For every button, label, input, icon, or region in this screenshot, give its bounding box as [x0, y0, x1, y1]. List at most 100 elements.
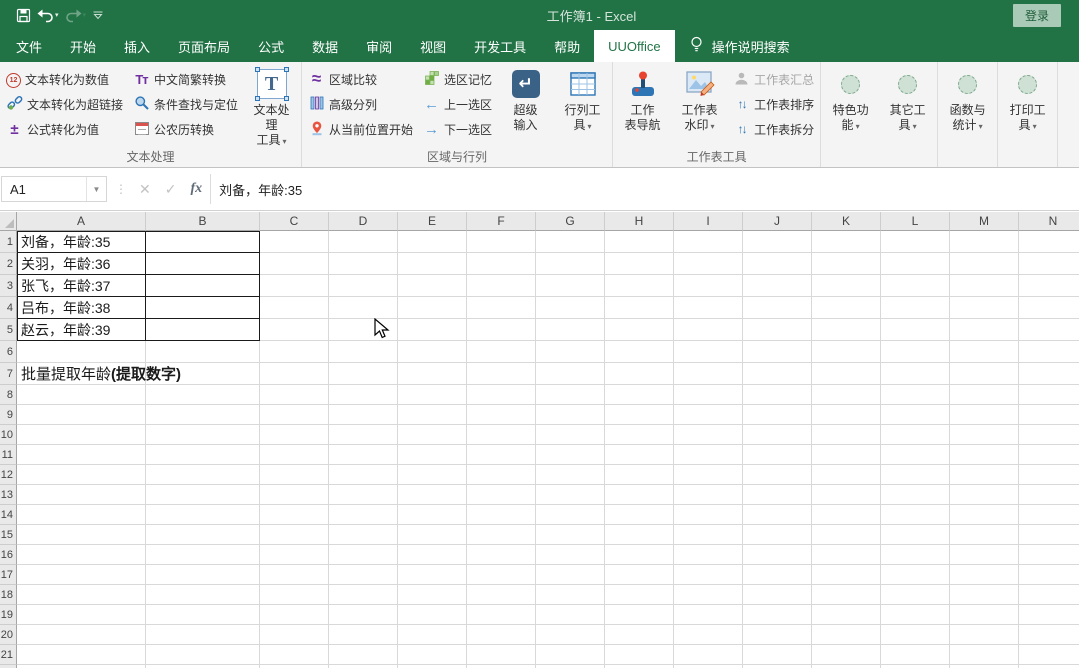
cell-I5[interactable] — [674, 319, 743, 341]
tab-帮助[interactable]: 帮助 — [540, 30, 594, 62]
tab-公式[interactable]: 公式 — [244, 30, 298, 62]
cell-D12[interactable] — [329, 465, 398, 485]
cell-N6[interactable] — [1019, 341, 1079, 363]
cell-F7[interactable] — [467, 363, 536, 385]
cell-H3[interactable] — [605, 275, 674, 297]
cell-L16[interactable] — [881, 545, 950, 565]
cell-B19[interactable] — [146, 605, 260, 625]
row-header-1[interactable]: 1 — [0, 231, 17, 253]
cell-A4[interactable]: 吕布，年龄:38 — [17, 297, 146, 319]
cell-K9[interactable] — [812, 405, 881, 425]
cell-D7[interactable] — [329, 363, 398, 385]
cell-L12[interactable] — [881, 465, 950, 485]
cell-D1[interactable] — [329, 231, 398, 253]
cell-F21[interactable] — [467, 645, 536, 665]
cell-A14[interactable] — [17, 505, 146, 525]
cell-E16[interactable] — [398, 545, 467, 565]
ribbon-big-button-工作表导航[interactable]: 工作表导航 — [619, 65, 666, 133]
ribbon-button-上一选区[interactable]: ←上一选区 — [423, 95, 492, 113]
row-header-15[interactable]: 15 — [0, 525, 17, 545]
ribbon-button-工作表拆分[interactable]: ↑↓工作表拆分 — [733, 120, 814, 138]
cell-K2[interactable] — [812, 253, 881, 275]
cell-J19[interactable] — [743, 605, 812, 625]
cell-G18[interactable] — [536, 585, 605, 605]
cell-J2[interactable] — [743, 253, 812, 275]
column-header-B[interactable]: B — [146, 212, 260, 231]
cell-E12[interactable] — [398, 465, 467, 485]
cell-F4[interactable] — [467, 297, 536, 319]
column-header-L[interactable]: L — [881, 212, 950, 231]
cell-C6[interactable] — [260, 341, 329, 363]
cell-C3[interactable] — [260, 275, 329, 297]
cell-I13[interactable] — [674, 485, 743, 505]
cell-C18[interactable] — [260, 585, 329, 605]
row-header-19[interactable]: 19 — [0, 605, 17, 625]
cell-E21[interactable] — [398, 645, 467, 665]
column-header-N[interactable]: N — [1019, 212, 1079, 231]
cell-B5[interactable] — [146, 319, 260, 341]
cell-G13[interactable] — [536, 485, 605, 505]
cell-F12[interactable] — [467, 465, 536, 485]
cell-N16[interactable] — [1019, 545, 1079, 565]
row-header-2[interactable]: 2 — [0, 253, 17, 275]
cell-J3[interactable] — [743, 275, 812, 297]
cell-B3[interactable] — [146, 275, 260, 297]
cell-G1[interactable] — [536, 231, 605, 253]
cell-J11[interactable] — [743, 445, 812, 465]
cell-C2[interactable] — [260, 253, 329, 275]
cancel-entry-icon[interactable]: ✕ — [139, 181, 151, 198]
column-header-I[interactable]: I — [674, 212, 743, 231]
ribbon-button-中文简繁转换[interactable]: Tт中文简繁转换 — [133, 70, 238, 88]
cell-H1[interactable] — [605, 231, 674, 253]
cell-L1[interactable] — [881, 231, 950, 253]
column-header-H[interactable]: H — [605, 212, 674, 231]
cell-G15[interactable] — [536, 525, 605, 545]
cell-N3[interactable] — [1019, 275, 1079, 297]
cell-I1[interactable] — [674, 231, 743, 253]
cell-B11[interactable] — [146, 445, 260, 465]
ribbon-button-文本转化为超链接[interactable]: 文本转化为超链接 — [6, 95, 123, 113]
column-header-G[interactable]: G — [536, 212, 605, 231]
cell-I8[interactable] — [674, 385, 743, 405]
cell-N18[interactable] — [1019, 585, 1079, 605]
cell-C14[interactable] — [260, 505, 329, 525]
cell-J13[interactable] — [743, 485, 812, 505]
cell-I6[interactable] — [674, 341, 743, 363]
cell-H18[interactable] — [605, 585, 674, 605]
ribbon-big-button-函数与统计[interactable]: 函数与统计▾ — [944, 65, 991, 134]
cell-D3[interactable] — [329, 275, 398, 297]
ribbon-big-button-其它工具[interactable]: 其它工具▾ — [884, 65, 931, 134]
cell-J6[interactable] — [743, 341, 812, 363]
cell-L17[interactable] — [881, 565, 950, 585]
cell-E19[interactable] — [398, 605, 467, 625]
cell-L7[interactable] — [881, 363, 950, 385]
ribbon-big-button-工作表水印[interactable]: 工作表水印▾ — [676, 65, 723, 134]
row-header-10[interactable]: 10 — [0, 425, 17, 445]
cell-M10[interactable] — [950, 425, 1019, 445]
cell-G4[interactable] — [536, 297, 605, 319]
cell-J15[interactable] — [743, 525, 812, 545]
cell-A10[interactable] — [17, 425, 146, 445]
cell-M13[interactable] — [950, 485, 1019, 505]
cell-D8[interactable] — [329, 385, 398, 405]
cell-L10[interactable] — [881, 425, 950, 445]
cell-G2[interactable] — [536, 253, 605, 275]
cell-E6[interactable] — [398, 341, 467, 363]
column-header-M[interactable]: M — [950, 212, 1019, 231]
cell-M18[interactable] — [950, 585, 1019, 605]
cell-H8[interactable] — [605, 385, 674, 405]
cell-J21[interactable] — [743, 645, 812, 665]
cell-M1[interactable] — [950, 231, 1019, 253]
cell-M11[interactable] — [950, 445, 1019, 465]
cell-C12[interactable] — [260, 465, 329, 485]
cell-K6[interactable] — [812, 341, 881, 363]
cell-H15[interactable] — [605, 525, 674, 545]
cell-I11[interactable] — [674, 445, 743, 465]
cell-J5[interactable] — [743, 319, 812, 341]
cell-C19[interactable] — [260, 605, 329, 625]
cell-I15[interactable] — [674, 525, 743, 545]
cell-F16[interactable] — [467, 545, 536, 565]
cell-L8[interactable] — [881, 385, 950, 405]
cell-A18[interactable] — [17, 585, 146, 605]
cell-K19[interactable] — [812, 605, 881, 625]
